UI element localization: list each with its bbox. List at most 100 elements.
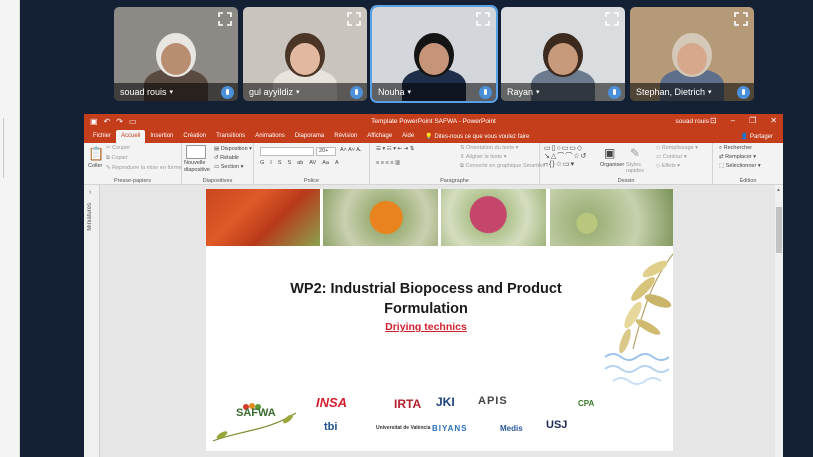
participant-tile[interactable]: Stephan, Dietrich ▾	[630, 7, 754, 101]
expand-thumbnails-icon[interactable]: ›	[89, 189, 91, 196]
minimize-icon[interactable]: –	[731, 116, 735, 125]
biyans-logo: BIYANS	[432, 424, 468, 433]
ribbon-tab[interactable]: Diaporama	[290, 130, 329, 143]
ribbon-tab[interactable]: Accueil	[116, 130, 146, 143]
ribbon-display-icon[interactable]: ⊡	[710, 116, 717, 125]
ribbon-tab[interactable]: Création	[178, 130, 211, 143]
paragraph-group-label: Paragraphe	[440, 178, 469, 184]
apis-logo: APIS	[478, 395, 508, 407]
quick-styles-button[interactable]: Styles rapides	[626, 162, 650, 174]
close-icon[interactable]: ✕	[770, 116, 777, 125]
chevron-down-icon[interactable]: ▾	[536, 88, 540, 96]
copy-button[interactable]: ⧉ Copier	[106, 155, 128, 162]
chevron-down-icon[interactable]: ▾	[296, 88, 300, 96]
font-group-label: Police	[304, 178, 319, 184]
paste-button[interactable]: Coller	[88, 163, 102, 169]
microphone-icon[interactable]	[221, 86, 234, 99]
find-button[interactable]: ⌕ Rechercher	[719, 145, 752, 152]
usj-logo: USJ	[546, 419, 568, 431]
microphone-icon[interactable]	[479, 86, 492, 99]
scrollbar-thumb[interactable]	[776, 207, 782, 253]
ribbon-tab[interactable]: Révision	[329, 130, 362, 143]
chevron-down-icon[interactable]: ▾	[170, 88, 174, 96]
grow-font-icon[interactable]: A˄ A˅ A̶	[340, 147, 360, 153]
ribbon-tab[interactable]: Fichier	[88, 130, 116, 143]
participant-tile[interactable]: Nouha ▾	[370, 5, 498, 103]
expand-icon[interactable]	[476, 12, 490, 26]
format-painter-button[interactable]: ✎ Reproduire la mise en forme	[106, 165, 182, 171]
ribbon-tab[interactable]: Transitions	[211, 130, 250, 143]
microphone-icon[interactable]	[737, 86, 750, 99]
reset-button[interactable]: ↺ Rétablir	[214, 155, 239, 161]
restore-icon[interactable]: ❐	[749, 116, 756, 125]
fruit-tree-photo	[550, 189, 673, 246]
font-style-buttons: G I S Sab AV Aa A	[260, 160, 339, 166]
align-icons[interactable]: ≡ ≡ ≡ ≡ ▥	[376, 160, 400, 166]
font-name-input[interactable]	[260, 147, 314, 156]
paste-icon[interactable]: 📋	[88, 146, 104, 162]
align-text-button[interactable]: ⇕ Aligner le texte ▾	[460, 154, 507, 160]
arrange-button[interactable]: Organiser	[600, 162, 624, 168]
font-style-button[interactable]: AV	[309, 160, 316, 166]
arrange-icon[interactable]: ▣	[604, 146, 615, 160]
cut-button[interactable]: ✂ Couper	[106, 145, 130, 151]
ribbon-tab[interactable]: Aide	[397, 130, 419, 143]
new-slide-button[interactable]: Nouvelle diapositive	[184, 160, 214, 174]
shape-effects-button[interactable]: ◇ Effets ▾	[656, 163, 680, 169]
vertical-scrollbar[interactable]: ▲	[775, 185, 783, 457]
font-style-button[interactable]: Aa	[322, 160, 329, 166]
ribbon: 📋 Coller ✂ Couper ⧉ Copier ✎ Reproduire …	[84, 143, 783, 185]
shape-outline-button[interactable]: ▭ Contour ▾	[656, 154, 687, 160]
slide-subtitle[interactable]: Driying technics	[276, 321, 576, 333]
editing-group-label: Édition	[739, 178, 757, 184]
participant-tile[interactable]: gul ayyildiz ▾	[243, 7, 367, 101]
replace-button[interactable]: ⇄ Remplacer ▾	[719, 154, 756, 160]
expand-icon[interactable]	[347, 12, 361, 26]
expand-icon[interactable]	[218, 12, 232, 26]
shapes-gallery[interactable]: ▭▯○▭▭◇ ↘△⌒⌒☆↺ ⌐{}☆▭▾	[544, 145, 587, 169]
editing-group: ⌕ Rechercher ⇄ Remplacer ▾ ⬚ Sélectionne…	[713, 143, 783, 185]
section-button[interactable]: ▭ Section ▾	[214, 164, 243, 170]
bullets-icon[interactable]: ☰ ▾ ☷ ▾ ⇤ ⇥ ⇅	[376, 146, 414, 152]
participant-name: Nouha	[378, 87, 405, 97]
water-waves-decoration	[604, 353, 669, 385]
layout-button[interactable]: ▤ Disposition ▾	[214, 146, 252, 152]
chevron-down-icon[interactable]: ▾	[408, 88, 412, 96]
ribbon-tab[interactable]: Affichage	[362, 130, 397, 143]
font-style-button[interactable]: S	[287, 160, 291, 166]
thumbnail-pane[interactable]: › Miniatures	[84, 185, 100, 457]
text-direction-button[interactable]: ⇅ Orientation du texte ▾	[460, 145, 518, 151]
expand-icon[interactable]	[605, 12, 619, 26]
new-slide-icon[interactable]	[186, 145, 206, 159]
thumbnails-label: Miniatures	[87, 203, 93, 231]
participant-tile[interactable]: Rayan ▾	[501, 7, 625, 101]
expand-icon[interactable]	[734, 12, 748, 26]
scroll-up-icon[interactable]: ▲	[776, 187, 781, 193]
smartart-button[interactable]: ⧉ Convertir en graphique SmartArt ▾	[460, 163, 549, 170]
ribbon-tab[interactable]: Animations	[250, 130, 290, 143]
font-size-input[interactable]: 20+	[316, 147, 336, 156]
shape-fill-button[interactable]: ◇ Remplissage ▾	[656, 145, 698, 151]
slide-canvas[interactable]: WP2: Industrial Biopocess and Product Fo…	[206, 189, 673, 451]
participant-nameplate: souad rouis ▾	[114, 83, 238, 101]
font-style-button[interactable]: I	[270, 160, 272, 166]
drawing-group-label: Dessin	[617, 178, 635, 184]
quick-styles-icon[interactable]: ✎	[630, 146, 640, 160]
font-style-button[interactable]: A	[335, 160, 339, 166]
participant-tile[interactable]: souad rouis ▾	[114, 7, 238, 101]
signed-in-user[interactable]: souad rouis	[675, 118, 709, 125]
tell-me-search[interactable]: 💡 Dites-nous ce que vous voulez faire	[419, 133, 529, 140]
microphone-icon[interactable]	[350, 86, 363, 99]
partner-logos: SAFWA INSA IRTA JKI APIS CPA tbi Univers…	[206, 391, 673, 451]
font-style-button[interactable]: S	[278, 160, 282, 166]
font-style-button[interactable]: ab	[297, 160, 303, 166]
slide-workspace: › Miniatures WP2: Industrial Biopocess a…	[84, 185, 783, 457]
chevron-down-icon[interactable]: ▾	[708, 88, 712, 96]
select-button[interactable]: ⬚ Sélectionner ▾	[719, 163, 761, 169]
microphone-icon[interactable]	[608, 86, 621, 99]
slide-title-line2: Formulation	[384, 301, 468, 317]
slide-title[interactable]: WP2: Industrial Biopocess and Product Fo…	[276, 279, 576, 319]
ribbon-tab[interactable]: Insertion	[145, 130, 178, 143]
share-button[interactable]: 👤 Partager	[741, 133, 773, 140]
font-style-button[interactable]: G	[260, 160, 264, 166]
